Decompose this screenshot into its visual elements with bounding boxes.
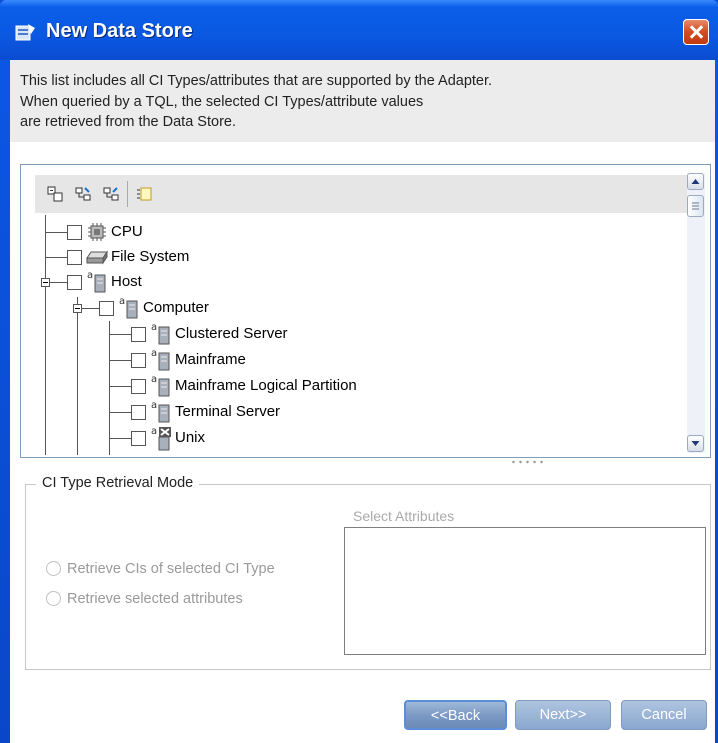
- retrieve-cis-option[interactable]: Retrieve CIs of selected CI Type: [46, 561, 275, 577]
- arrow-down-icon: [691, 441, 700, 446]
- checkbox-cpu[interactable]: [67, 225, 82, 240]
- tree-line: [45, 232, 67, 233]
- tree-toolbar: [35, 175, 687, 213]
- description-line-1: This list includes all CI Types/attribut…: [20, 73, 493, 89]
- unix-server-icon: a: [151, 426, 171, 451]
- checkbox-computer[interactable]: [99, 301, 114, 316]
- description-line-3: are retrieved from the Data Store.: [20, 114, 236, 130]
- expand-all-icon[interactable]: [47, 186, 63, 202]
- back-button[interactable]: <<Back: [404, 700, 507, 730]
- select-attributes-list[interactable]: [344, 527, 706, 655]
- tree-line: [45, 257, 67, 258]
- dialog-window: New Data Store This list includes all CI…: [0, 0, 718, 743]
- next-button[interactable]: Next>>: [515, 700, 611, 730]
- tree-node-terminal-server[interactable]: Terminal Server: [175, 403, 280, 420]
- clear-selection-icon[interactable]: [103, 186, 119, 202]
- svg-text:a: a: [151, 426, 157, 437]
- tree-node-cpu[interactable]: CPU: [111, 223, 143, 240]
- disk-icon: [86, 250, 108, 265]
- checkbox-terminal-server[interactable]: [131, 405, 146, 420]
- tree-line: [45, 215, 46, 455]
- tree-node-mainframe-logical-partition[interactable]: Mainframe Logical Partition: [175, 377, 357, 394]
- tree-line: [109, 386, 131, 387]
- retrieve-cis-label: Retrieve CIs of selected CI Type: [67, 561, 275, 577]
- server-icon: a: [151, 400, 170, 423]
- tree-node-file-system[interactable]: File System: [111, 248, 189, 265]
- grip-icon: [692, 202, 699, 210]
- retrieve-attributes-radio[interactable]: [46, 591, 61, 606]
- svg-text:a: a: [151, 322, 157, 333]
- tree-line: [82, 308, 99, 309]
- server-icon: a: [87, 270, 106, 293]
- window-title: New Data Store: [46, 20, 193, 42]
- scroll-down-button[interactable]: [687, 435, 704, 452]
- toolbar-separator: [127, 181, 128, 207]
- arrow-up-icon: [691, 179, 700, 184]
- server-icon: a: [151, 322, 170, 345]
- tree-line: [109, 334, 131, 335]
- checkbox-file-system[interactable]: [67, 250, 82, 265]
- retrieval-mode-group: CI Type Retrieval Mode Retrieve CIs of s…: [25, 475, 711, 670]
- tree-line: [109, 412, 131, 413]
- tree-node-unix[interactable]: Unix: [175, 429, 205, 446]
- retrieval-mode-legend: CI Type Retrieval Mode: [36, 475, 200, 491]
- svg-text:a: a: [151, 374, 157, 385]
- svg-text:a: a: [151, 400, 157, 411]
- description-panel: This list includes all CI Types/attribut…: [10, 60, 715, 142]
- tree-node-clustered-server[interactable]: Clustered Server: [175, 325, 288, 342]
- ci-type-tree: CPU File System a Host a Computer a Clus…: [21, 215, 686, 455]
- cancel-button[interactable]: Cancel: [621, 700, 707, 730]
- tree-line: [109, 438, 131, 439]
- svg-text:a: a: [119, 296, 125, 307]
- tree-node-computer[interactable]: Computer: [143, 299, 209, 316]
- retrieve-attributes-option[interactable]: Retrieve selected attributes: [46, 591, 243, 607]
- checkbox-clustered-server[interactable]: [131, 327, 146, 342]
- select-attributes-label: Select Attributes: [353, 508, 455, 524]
- tree-line: [109, 321, 110, 455]
- tree-line: [77, 297, 78, 455]
- expand-computer-toggle[interactable]: [73, 304, 82, 313]
- title-bar[interactable]: New Data Store: [0, 0, 718, 60]
- splitter-grip[interactable]: [510, 460, 546, 464]
- expand-host-toggle[interactable]: [41, 278, 50, 287]
- tree-node-mainframe[interactable]: Mainframe: [175, 351, 246, 368]
- server-icon: a: [151, 374, 170, 397]
- retrieve-cis-radio[interactable]: [46, 561, 61, 576]
- tree-line: [50, 282, 67, 283]
- close-button[interactable]: [683, 19, 709, 45]
- select-all-icon[interactable]: [75, 186, 91, 202]
- server-icon: a: [151, 348, 170, 371]
- checkbox-unix[interactable]: [131, 431, 146, 446]
- svg-text:a: a: [151, 348, 157, 359]
- retrieve-attributes-label: Retrieve selected attributes: [67, 591, 243, 607]
- checkbox-mainframe-logical-partition[interactable]: [131, 379, 146, 394]
- ci-type-tree-panel: CPU File System a Host a Computer a Clus…: [20, 164, 711, 458]
- description-line-2: When queried by a TQL, the selected CI T…: [20, 94, 424, 110]
- show-attributes-icon[interactable]: [136, 186, 152, 202]
- checkbox-host[interactable]: [67, 275, 82, 290]
- checkbox-mainframe[interactable]: [131, 353, 146, 368]
- tree-node-host[interactable]: Host: [111, 273, 142, 290]
- tree-line: [109, 360, 131, 361]
- svg-text:a: a: [87, 270, 93, 281]
- data-store-icon: [15, 24, 35, 41]
- server-icon: a: [119, 296, 138, 319]
- tree-vertical-scrollbar[interactable]: [687, 173, 705, 453]
- dialog-body: This list includes all CI Types/attribut…: [10, 60, 715, 743]
- cpu-icon: [88, 223, 106, 241]
- scroll-up-button[interactable]: [687, 173, 704, 190]
- scroll-thumb[interactable]: [687, 195, 704, 217]
